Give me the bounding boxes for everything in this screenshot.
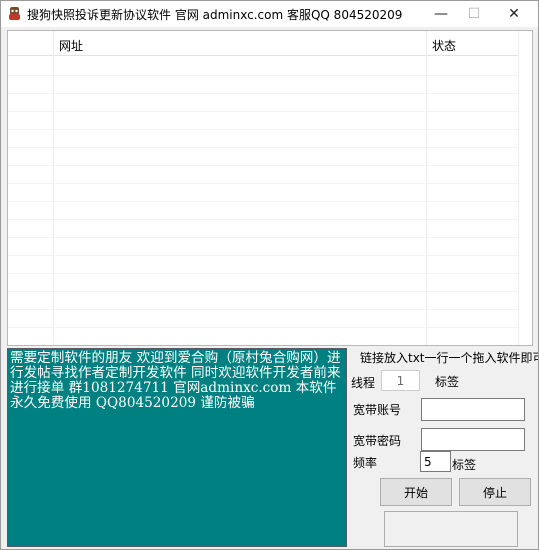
stop-button-label: 停止 bbox=[482, 485, 507, 500]
column-divider bbox=[426, 31, 427, 345]
frequency-suffix-label: 标签 bbox=[452, 458, 477, 472]
grid-line bbox=[8, 237, 518, 238]
broadband-account-input[interactable] bbox=[421, 398, 525, 421]
start-button-label: 开始 bbox=[403, 485, 428, 500]
list-header: 网址 状态 bbox=[8, 31, 518, 56]
notice-text: 需要定制软件的朋友 欢迎到爱合购（原村兔合购网）进行发帖寻找作者定制开发软件 同… bbox=[10, 350, 341, 411]
grid-line bbox=[8, 273, 518, 274]
list-scrollbar[interactable] bbox=[518, 31, 532, 345]
grid-line bbox=[8, 147, 518, 148]
frequency-input[interactable] bbox=[420, 451, 451, 472]
notice-text-box[interactable]: 需要定制软件的朋友 欢迎到爱合购（原村兔合购网）进行发帖寻找作者定制开发软件 同… bbox=[7, 348, 347, 547]
window-title: 搜狗快照投诉更新协议软件 官网 adminxc.com 客服QQ 8045202… bbox=[27, 8, 403, 22]
broadband-account-label: 宽带账号 bbox=[353, 403, 402, 417]
grid-line bbox=[8, 93, 518, 94]
stop-button[interactable]: 停止 bbox=[459, 478, 531, 506]
grid-line bbox=[8, 183, 518, 184]
start-button[interactable]: 开始 bbox=[380, 478, 452, 506]
thread-count-input[interactable] bbox=[381, 370, 420, 391]
close-button[interactable]: ✕ bbox=[494, 1, 534, 27]
maximize-button[interactable]: ☐ bbox=[454, 1, 494, 27]
grid-line bbox=[8, 291, 518, 292]
app-icon bbox=[9, 7, 20, 20]
frequency-label: 频率 bbox=[353, 456, 378, 470]
thread-label: 线程 bbox=[351, 376, 376, 390]
maximize-icon: ☐ bbox=[467, 6, 481, 22]
grid-line bbox=[8, 129, 518, 130]
title-bar: 搜狗快照投诉更新协议软件 官网 adminxc.com 客服QQ 8045202… bbox=[1, 1, 538, 27]
grid-line bbox=[8, 255, 518, 256]
grid-line bbox=[8, 111, 518, 112]
close-icon: ✕ bbox=[508, 6, 520, 22]
grid-line bbox=[8, 201, 518, 202]
minimize-icon: — bbox=[434, 6, 448, 22]
status-panel bbox=[384, 511, 518, 547]
drop-hint-label: 链接放入txt一行一个拖入软件即可 bbox=[360, 351, 539, 365]
url-list-view[interactable]: 网址 状态 bbox=[7, 30, 533, 346]
column-divider bbox=[53, 31, 54, 345]
broadband-password-input[interactable] bbox=[421, 428, 525, 451]
grid-line bbox=[8, 219, 518, 220]
grid-line bbox=[8, 165, 518, 166]
column-header-status[interactable]: 状态 bbox=[432, 37, 456, 54]
broadband-password-label: 宽带密码 bbox=[353, 434, 402, 448]
grid-line bbox=[8, 309, 518, 310]
main-window: 搜狗快照投诉更新协议软件 官网 adminxc.com 客服QQ 8045202… bbox=[0, 0, 539, 550]
grid-line bbox=[8, 327, 518, 328]
thread-suffix-label: 标签 bbox=[435, 375, 460, 389]
column-header-url[interactable]: 网址 bbox=[59, 37, 83, 54]
grid-line bbox=[8, 75, 518, 76]
